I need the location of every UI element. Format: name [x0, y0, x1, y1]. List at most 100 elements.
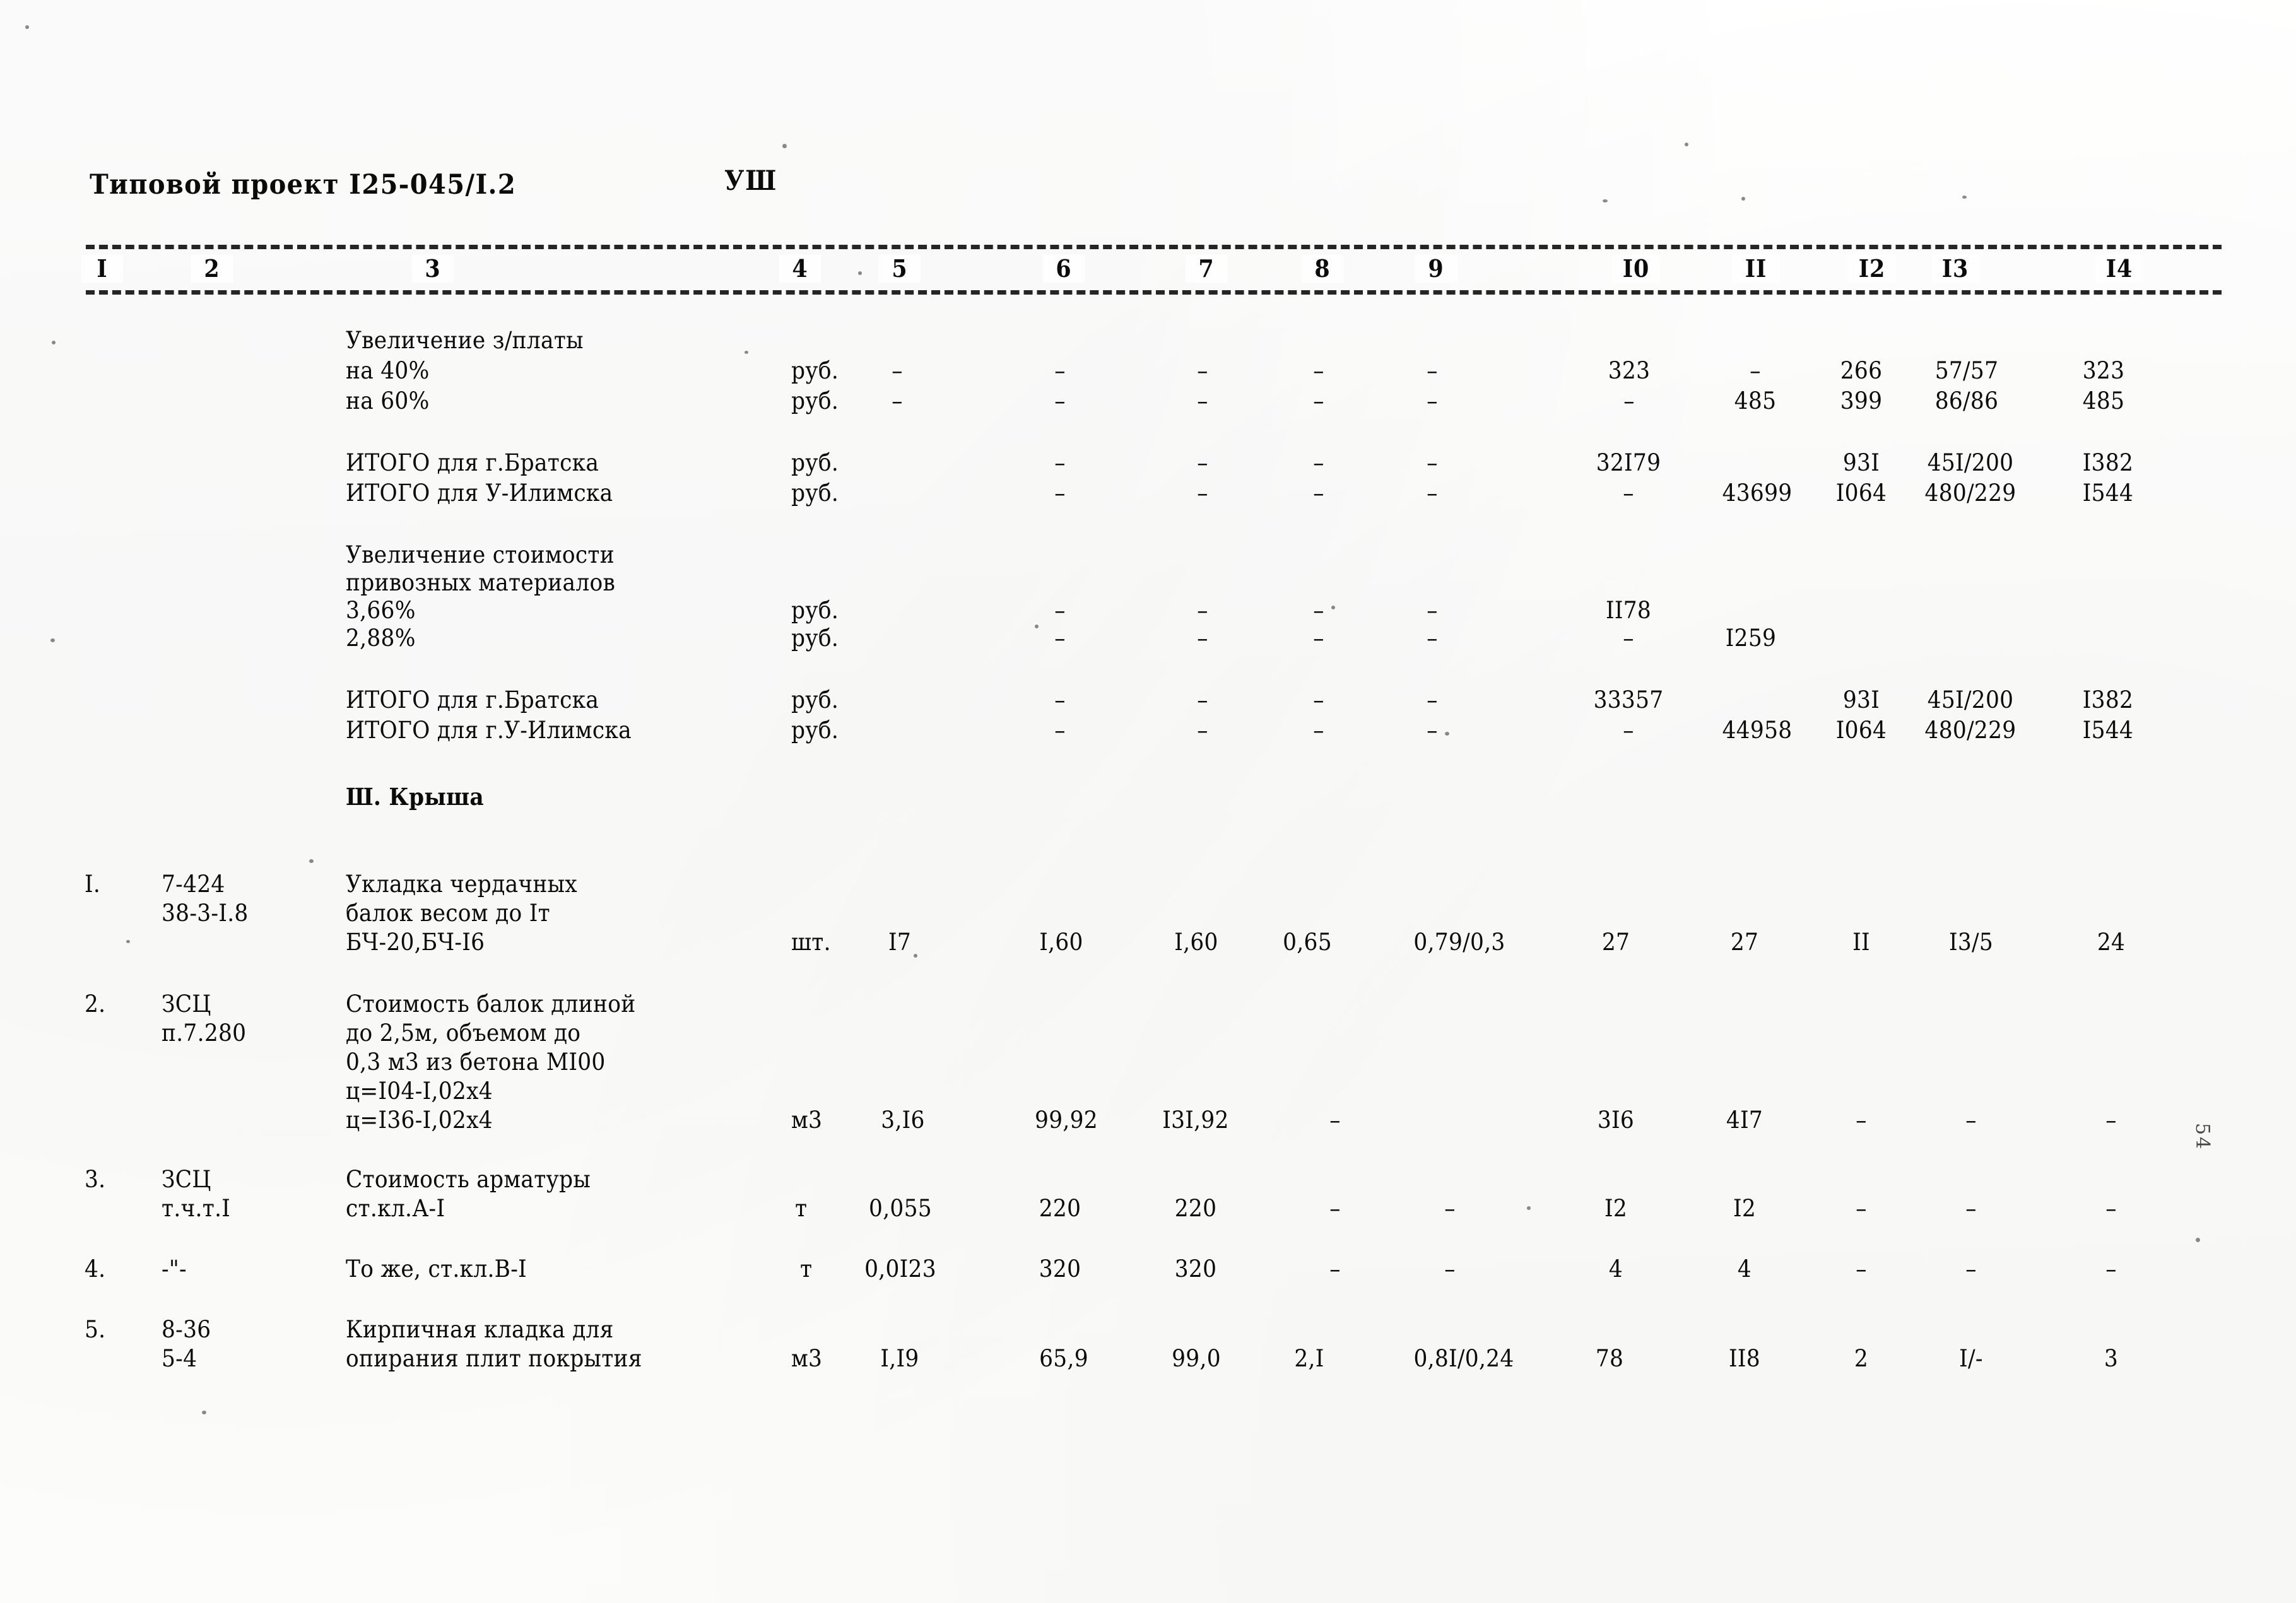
cell-salary-40-c5: – — [892, 357, 903, 384]
item-5-code-l2: 5-4 — [162, 1345, 197, 1372]
item-2-c10: 3I6 — [1597, 1107, 1635, 1134]
scan-speck — [126, 940, 130, 943]
cell-total2-ilimsk-c8: – — [1313, 717, 1324, 744]
cell-total2-bratsk-c9: – — [1427, 686, 1438, 713]
item-1-desc-l1: Укладка чердачных — [346, 871, 577, 898]
scan-speck — [309, 859, 314, 863]
item-2-desc-l2: до 2,5м, объемом до — [346, 1019, 581, 1047]
item-4-c13: – — [1965, 1255, 1977, 1283]
column-header-11: II — [1732, 255, 1780, 283]
cell-total1-ilimsk-c11: 43699 — [1722, 479, 1793, 507]
cell-salary-40-c14: 323 — [2082, 357, 2125, 384]
document-page: Типовой проект I25-045/I.2 УШ I 2 3 4 5 … — [0, 0, 2296, 1603]
row-label-materials-366: 3,66% — [346, 597, 416, 624]
item-5-code-l1: 8-36 — [162, 1316, 211, 1343]
item-3-c14: – — [2105, 1195, 2117, 1222]
scan-speck — [1685, 143, 1688, 146]
scan-speck — [1962, 196, 1967, 199]
column-header-8: 8 — [1301, 255, 1344, 283]
cell-salary-60-c13: 86/86 — [1934, 387, 1999, 414]
column-header-2: 2 — [191, 255, 233, 283]
item-2-c13: – — [1965, 1107, 1977, 1134]
item-2-unit: м3 — [791, 1107, 823, 1134]
cell-materials-288-c8: – — [1313, 625, 1324, 652]
item-2-qty: 3,I6 — [881, 1107, 925, 1134]
item-1-c12: II — [1852, 929, 1870, 956]
document-title: Типовой проект I25-045/I.2 — [90, 169, 517, 201]
cell-total2-ilimsk-c10: – — [1623, 717, 1634, 744]
section-title-roof: Ш. Крыша — [346, 783, 484, 811]
item-4-c12: – — [1856, 1255, 1867, 1283]
cell-total2-ilimsk-c9: – — [1427, 717, 1438, 744]
cell-total1-bratsk-c7: – — [1197, 449, 1208, 476]
item-3-code-l2: т.ч.т.I — [162, 1195, 231, 1222]
item-3-c10: I2 — [1604, 1195, 1628, 1222]
item-5-c12: 2 — [1854, 1345, 1869, 1372]
group-caption-salary: Увеличение з/платы — [346, 327, 584, 354]
cell-total1-ilimsk-c9: – — [1427, 479, 1438, 507]
item-2-c11: 4I7 — [1726, 1107, 1763, 1134]
cell-total1-ilimsk-c14: I544 — [2082, 479, 2134, 507]
scan-speck — [52, 341, 56, 344]
table-rule-top — [86, 245, 2222, 249]
cell-salary-60-c9: – — [1427, 387, 1438, 414]
row-unit-total1-ilimsk: руб. — [791, 479, 839, 507]
row-unit-materials-288: руб. — [791, 625, 839, 652]
group-caption-materials-l2: привозных материалов — [346, 569, 616, 596]
column-header-14: I4 — [2095, 255, 2143, 283]
item-4-number: 4. — [85, 1255, 106, 1283]
row-label-salary-60: на 60% — [346, 387, 430, 414]
scan-speck — [745, 351, 748, 354]
cell-total2-ilimsk-c6: – — [1054, 717, 1066, 744]
cell-total2-ilimsk-c11: 44958 — [1722, 717, 1793, 744]
item-2-code-l1: ЗСЦ — [162, 990, 211, 1018]
scan-speck — [1527, 1206, 1531, 1210]
item-4-desc-l1: То же, ст.кл.В-I — [346, 1255, 527, 1283]
item-4-c7: 320 — [1174, 1255, 1217, 1283]
row-unit-total2-ilimsk: руб. — [791, 717, 839, 744]
item-5-desc-l1: Кирпичная кладка для — [346, 1316, 614, 1343]
cell-total1-bratsk-c14: I382 — [2082, 449, 2134, 476]
cell-salary-40-c7: – — [1197, 357, 1208, 384]
item-2-number: 2. — [85, 990, 106, 1018]
item-3-number: 3. — [85, 1166, 106, 1193]
row-label-total2-ilimsk: ИТОГО для г.У-Илимска — [346, 717, 632, 744]
row-label-total1-ilimsk: ИТОГО для У-Илимска — [346, 479, 613, 507]
item-5-desc-l2: опирания плит покрытия — [346, 1345, 642, 1372]
item-2-c7: I3I,92 — [1162, 1107, 1229, 1134]
item-3-c7: 220 — [1174, 1195, 1217, 1222]
item-2-desc-l3: 0,3 м3 из бетона МI00 — [346, 1048, 606, 1076]
cell-total2-bratsk-c8: – — [1313, 686, 1324, 713]
sheet-number: УШ — [724, 165, 778, 197]
item-1-code-l1: 7-424 — [162, 871, 225, 898]
column-header-6: 6 — [1042, 255, 1085, 283]
scan-speck — [1035, 625, 1039, 628]
cell-materials-288-c11: I259 — [1725, 625, 1777, 652]
column-header-13: I3 — [1931, 255, 1979, 283]
scan-speck — [202, 1411, 206, 1414]
cell-total1-ilimsk-c12: I064 — [1835, 479, 1887, 507]
column-header-10: I0 — [1612, 255, 1660, 283]
item-2-c12: – — [1856, 1107, 1867, 1134]
column-header-1: I — [81, 255, 124, 283]
item-4-c14: – — [2105, 1255, 2117, 1283]
item-2-c14: – — [2105, 1107, 2117, 1134]
scan-speck — [858, 271, 862, 275]
cell-salary-60-c11: 485 — [1734, 387, 1777, 414]
scan-speck — [50, 638, 55, 642]
cell-salary-40-c8: – — [1313, 357, 1324, 384]
cell-total2-ilimsk-c7: – — [1197, 717, 1208, 744]
row-label-total2-bratsk: ИТОГО для г.Братска — [346, 686, 599, 713]
cell-salary-60-c5: – — [892, 387, 903, 414]
item-3-unit: т — [795, 1195, 808, 1222]
cell-total1-bratsk-c9: – — [1427, 449, 1438, 476]
cell-materials-288-c9: – — [1427, 625, 1438, 652]
cell-materials-366-c7: – — [1197, 597, 1208, 624]
cell-total1-bratsk-c13: 45I/200 — [1927, 449, 2014, 476]
cell-total1-bratsk-c8: – — [1313, 449, 1324, 476]
item-5-c6: 65,9 — [1039, 1345, 1088, 1372]
margin-page-mark: 54 — [2191, 1123, 2213, 1151]
item-5-number: 5. — [85, 1316, 106, 1343]
item-5-c13: I/- — [1959, 1345, 1983, 1372]
cell-materials-366-c8: – — [1313, 597, 1324, 624]
